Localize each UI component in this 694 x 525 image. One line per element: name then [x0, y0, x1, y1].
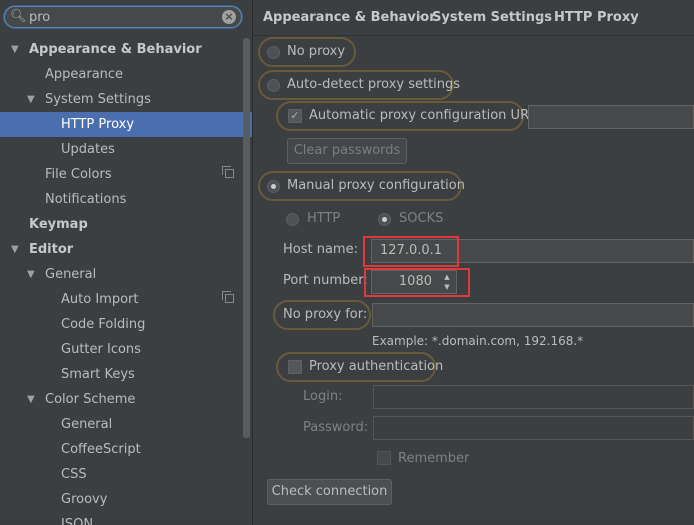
remember-label: Remember: [398, 451, 470, 466]
highlight-box: [363, 236, 459, 267]
search-input[interactable]: [29, 8, 219, 26]
http-label: HTTP: [307, 211, 341, 226]
copy-icon: [222, 291, 234, 303]
tree-item-updates[interactable]: Updates: [0, 137, 252, 162]
auto-config-url-option[interactable]: ✓ Automatic proxy configuration URL:: [276, 101, 541, 131]
tree-item-notifications[interactable]: Notifications: [0, 187, 252, 212]
tree-item-system-settings[interactable]: ▼ System Settings: [0, 87, 252, 112]
tree-item-coffeescript[interactable]: CoffeeScript: [0, 437, 252, 462]
password-label: Password:: [303, 420, 369, 435]
remember-checkbox[interactable]: [377, 451, 391, 465]
tree-item-label: Editor: [29, 242, 74, 257]
tree-item-keymap[interactable]: Keymap: [0, 212, 252, 237]
check-connection-button[interactable]: Check connection: [267, 479, 392, 505]
tree-item-label: Color Scheme: [45, 392, 136, 407]
tree-item-color-scheme[interactable]: ▼ Color Scheme: [0, 387, 252, 412]
tree-item-editor[interactable]: ▼ Editor: [0, 237, 252, 262]
panel-divider[interactable]: [252, 0, 253, 525]
auto-config-url-label: Automatic proxy configuration URL:: [309, 108, 541, 123]
breadcrumb-item: System Settings: [432, 10, 553, 25]
socks-radio[interactable]: [378, 213, 391, 226]
sidebar-scrollbar[interactable]: [243, 38, 251, 525]
login-field[interactable]: [373, 385, 694, 409]
tree-item-appearance[interactable]: Appearance: [0, 62, 252, 87]
tree-item-gutter-icons[interactable]: Gutter Icons: [0, 337, 252, 362]
no-proxy-option[interactable]: No proxy: [258, 37, 356, 67]
tree-item-label: General: [45, 267, 97, 282]
tree-item-label: JSON: [61, 517, 94, 525]
tree-item-label: HTTP Proxy: [61, 117, 135, 132]
auto-detect-radio[interactable]: [267, 79, 280, 92]
no-proxy-for-label: No proxy for:: [283, 307, 368, 322]
http-radio[interactable]: [286, 213, 299, 226]
tree-item-json[interactable]: JSON: [0, 512, 252, 525]
auto-detect-option[interactable]: Auto-detect proxy settings: [258, 70, 460, 100]
proxy-auth-label: Proxy authentication: [309, 359, 444, 374]
chevron-down-icon[interactable]: ▼: [11, 37, 19, 62]
tree-item-css[interactable]: CSS: [0, 462, 252, 487]
tree-item-label: Notifications: [45, 192, 127, 207]
socks-label: SOCKS: [399, 211, 444, 226]
tree-item-label: General: [61, 417, 113, 432]
tree-item-label: CSS: [61, 467, 87, 482]
tree-item-label: Auto Import: [61, 292, 139, 307]
breadcrumb-separator: ›: [539, 10, 545, 25]
tree-item-label: Code Folding: [61, 317, 146, 332]
tree-item-color-scheme-general[interactable]: General: [0, 412, 252, 437]
highlight-box: [364, 268, 470, 297]
manual-proxy-label: Manual proxy configuration: [287, 178, 465, 193]
chevron-down-icon[interactable]: ▼: [27, 87, 35, 112]
search-box[interactable]: 🔍︎ ×: [4, 6, 242, 28]
port-number-label: Port number:: [283, 273, 368, 288]
login-label: Login:: [303, 389, 343, 404]
tree-item-label: Groovy: [61, 492, 108, 507]
scrollbar-thumb[interactable]: [243, 38, 250, 438]
tree-item-label: Appearance: [45, 67, 124, 82]
no-proxy-example: Example: *.domain.com, 192.168.*: [372, 334, 584, 348]
tree-item-label: Appearance & Behavior: [29, 42, 202, 57]
tree-item-label: System Settings: [45, 92, 151, 107]
tree-item-label: CoffeeScript: [61, 442, 141, 457]
tree-item-label: File Colors: [45, 167, 112, 182]
manual-proxy-radio[interactable]: [267, 180, 280, 193]
password-field[interactable]: [373, 416, 694, 440]
auto-config-url-checkbox[interactable]: ✓: [288, 109, 302, 123]
chevron-down-icon[interactable]: ▼: [27, 262, 35, 287]
manual-proxy-option[interactable]: Manual proxy configuration: [258, 171, 465, 201]
no-proxy-radio[interactable]: [267, 46, 280, 59]
tree-item-general[interactable]: ▼ General: [0, 262, 252, 287]
chevron-down-icon[interactable]: ▼: [27, 387, 35, 412]
tree-item-auto-import[interactable]: Auto Import: [0, 287, 252, 312]
no-proxy-for-field[interactable]: [372, 303, 694, 327]
host-name-label: Host name:: [283, 242, 358, 257]
tree-item-http-proxy[interactable]: HTTP Proxy: [0, 112, 252, 137]
chevron-down-icon[interactable]: ▼: [11, 237, 19, 262]
breadcrumb: Appearance & Behavior › System Settings …: [253, 0, 694, 36]
breadcrumb-item: Appearance & Behavior: [263, 10, 436, 25]
search-icon[interactable]: 🔍︎: [10, 9, 27, 25]
tree-item-smart-keys[interactable]: Smart Keys: [0, 362, 252, 387]
auto-config-url-field[interactable]: [528, 105, 694, 129]
tree-item-file-colors[interactable]: File Colors: [0, 162, 252, 187]
tree-item-groovy[interactable]: Groovy: [0, 487, 252, 512]
breadcrumb-separator: ›: [417, 10, 423, 25]
tree-item-label: Keymap: [29, 217, 88, 232]
no-proxy-label: No proxy: [287, 44, 346, 59]
tree-item-label: Updates: [61, 142, 115, 157]
clear-icon[interactable]: ×: [222, 10, 236, 24]
clear-passwords-button[interactable]: Clear passwords: [287, 138, 407, 164]
proxy-auth-checkbox[interactable]: [288, 360, 302, 374]
tree-item-appearance-behavior[interactable]: ▼ Appearance & Behavior: [0, 37, 252, 62]
tree-item-code-folding[interactable]: Code Folding: [0, 312, 252, 337]
breadcrumb-item: HTTP Proxy: [554, 10, 639, 25]
tree-item-label: Smart Keys: [61, 367, 135, 382]
proxy-auth-option[interactable]: Proxy authentication: [276, 352, 443, 382]
no-proxy-for-option: No proxy for:: [273, 300, 371, 330]
settings-sidebar: 🔍︎ × ▼ Appearance & Behavior Appearance …: [0, 0, 252, 525]
tree-item-label: Gutter Icons: [61, 342, 141, 357]
copy-icon: [222, 166, 234, 178]
auto-detect-label: Auto-detect proxy settings: [287, 77, 461, 92]
